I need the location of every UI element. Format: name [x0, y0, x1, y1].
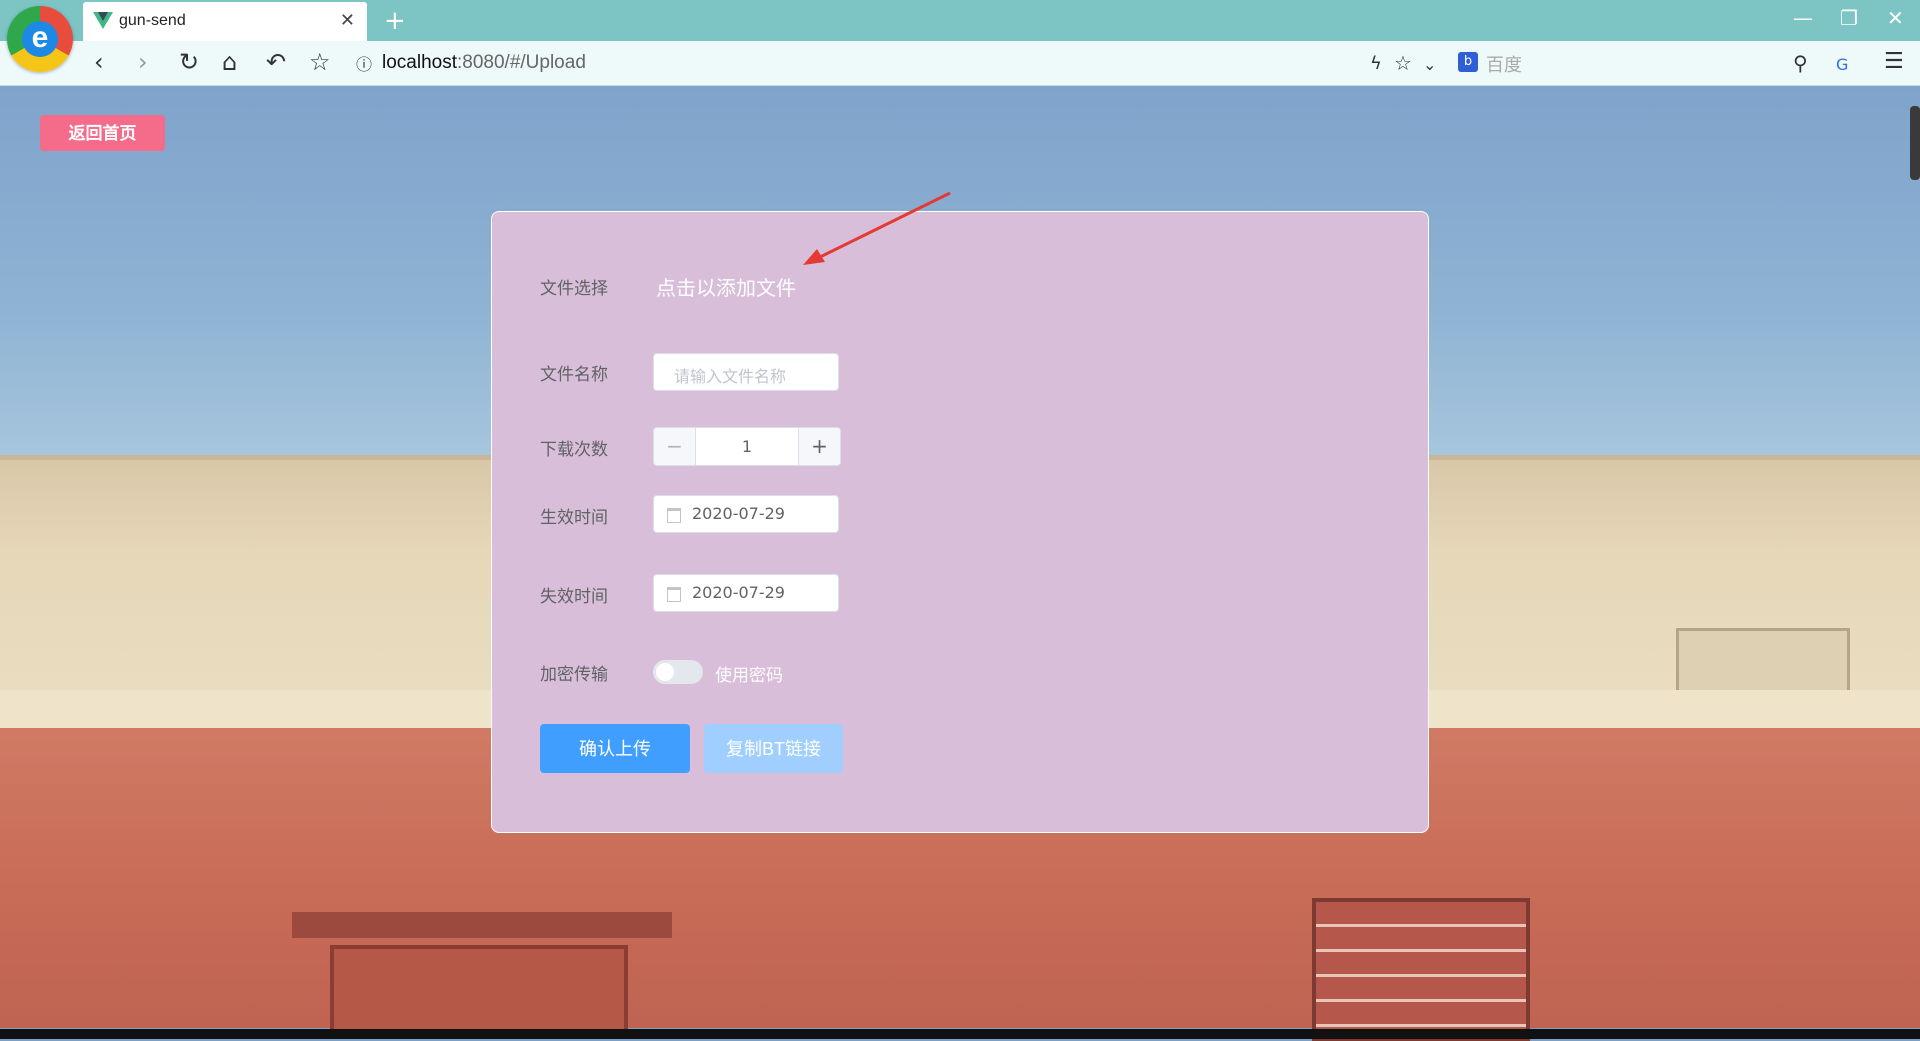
browser-logo[interactable]: e: [7, 6, 73, 72]
file-name-input[interactable]: 请输入文件名称: [653, 353, 839, 391]
search-box[interactable]: b 百度: [1458, 49, 1788, 77]
browser-tab[interactable]: gun-send ✕: [83, 2, 367, 41]
bookmark-star-icon[interactable]: ☆: [309, 49, 331, 75]
effective-date-value: 2020-07-29: [692, 504, 785, 523]
browser-toolbar: ‹ › ↻ ⌂ ↶ ☆ ⓘ localhost:8080/#/Upload ϟ …: [0, 41, 1920, 86]
background-door: [330, 945, 628, 1039]
effective-time-label: 生效时间: [540, 508, 608, 528]
confirm-upload-button[interactable]: 确认上传: [540, 724, 690, 773]
upload-form-card: 文件选择 点击以添加文件 文件名称 请输入文件名称 下载次数 − 1 + 生效时…: [491, 211, 1429, 833]
expire-date-picker[interactable]: 2020-07-29: [653, 574, 839, 612]
address-bar[interactable]: localhost:8080/#/Upload: [382, 52, 586, 74]
encrypt-toggle[interactable]: [653, 660, 703, 684]
search-icon[interactable]: ⚲: [1793, 50, 1808, 76]
background-bricks: [1312, 898, 1530, 1041]
close-icon[interactable]: ✕: [340, 10, 355, 31]
lightning-icon[interactable]: ϟ: [1370, 51, 1382, 77]
file-name-placeholder: 请输入文件名称: [674, 367, 787, 386]
search-placeholder: 百度: [1486, 55, 1522, 76]
home-icon[interactable]: ⌂: [222, 49, 237, 75]
restore-icon[interactable]: ❐: [1840, 6, 1858, 30]
window-close-icon[interactable]: ✕: [1887, 6, 1904, 30]
expire-time-label: 失效时间: [540, 587, 608, 607]
browser-titlebar: gun-send ✕ + — ❐ ✕: [0, 0, 1920, 41]
baidu-icon: b: [1458, 52, 1478, 72]
calendar-icon: [667, 508, 681, 523]
background-door-frame: [292, 912, 672, 938]
vue-icon: [93, 12, 113, 29]
forward-icon[interactable]: ›: [138, 49, 148, 75]
new-tab-icon[interactable]: +: [384, 6, 406, 36]
copy-bt-link-button[interactable]: 复制BT链接: [704, 724, 843, 773]
encrypt-label: 加密传输: [540, 665, 608, 685]
download-count-value[interactable]: 1: [695, 437, 799, 456]
minimize-icon[interactable]: —: [1793, 6, 1813, 30]
translate-icon[interactable]: G: [1836, 52, 1848, 78]
add-file-link[interactable]: 点击以添加文件: [656, 272, 796, 301]
effective-date-picker[interactable]: 2020-07-29: [653, 495, 839, 533]
download-count-stepper: − 1 +: [653, 427, 841, 466]
increment-button[interactable]: +: [798, 428, 840, 465]
info-icon: ⓘ: [356, 55, 373, 74]
download-count-label: 下载次数: [540, 440, 608, 460]
decrement-button[interactable]: −: [654, 428, 696, 465]
reload-icon[interactable]: ↻: [179, 49, 199, 75]
taskbar: [0, 1029, 1920, 1039]
file-name-label: 文件名称: [540, 365, 608, 385]
calendar-icon: [667, 587, 681, 602]
back-icon[interactable]: ‹: [94, 49, 104, 75]
toggle-knob: [656, 663, 674, 681]
file-select-label: 文件选择: [540, 279, 608, 299]
chevron-down-icon[interactable]: ⌄: [1423, 52, 1436, 78]
favorite-icon[interactable]: ☆: [1394, 50, 1412, 76]
expire-date-value: 2020-07-29: [692, 583, 785, 602]
menu-icon[interactable]: ☰: [1884, 49, 1904, 75]
home-button[interactable]: 返回首页: [40, 115, 165, 151]
scrollbar-thumb[interactable]: [1910, 106, 1920, 180]
tab-title: gun-send: [119, 12, 186, 29]
undo-icon[interactable]: ↶: [266, 49, 286, 75]
encrypt-toggle-label: 使用密码: [715, 666, 783, 686]
